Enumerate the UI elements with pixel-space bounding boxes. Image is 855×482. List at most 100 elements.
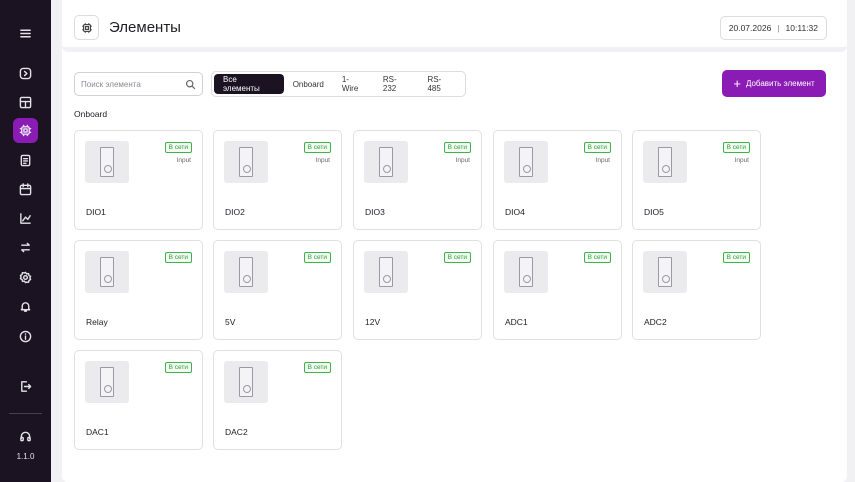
add-element-label: Добавить элемент [745,79,815,88]
device-icon [239,147,253,177]
tab-onboard[interactable]: Onboard [284,74,333,94]
device-icon [100,257,114,287]
calendar-icon[interactable] [13,177,38,202]
device-image [504,251,548,293]
element-mode: Input [176,157,191,164]
logout-icon[interactable] [13,374,38,399]
element-card[interactable]: В сети Input DIO5 [632,130,761,230]
status-badge: В сети [164,362,192,373]
element-card[interactable]: В сети Input DIO4 [493,130,622,230]
element-mode: Input [734,157,749,164]
device-image [364,251,408,293]
search-box[interactable] [74,72,203,96]
add-element-button[interactable]: + Добавить элемент [722,70,826,97]
datetime-display: 20.07.2026 | 10:11:32 [719,16,827,40]
status-badge: В сети [583,252,611,263]
device-image [224,251,268,293]
element-card[interactable]: В сети Input DIO3 [353,130,482,230]
element-card[interactable]: В сети ADC2 [632,240,761,340]
device-icon [658,147,672,177]
info-icon[interactable] [13,324,38,349]
status-badge: В сети [303,252,331,263]
plus-icon: + [733,76,741,91]
device-icon [519,147,533,177]
device-icon [519,257,533,287]
element-name: DIO4 [505,207,525,217]
page-header: Элементы 20.07.2026 | 10:11:32 [62,0,847,52]
filter-tabs: Все элементы Onboard 1-Wire RS-232 RS-48… [211,71,466,97]
element-name: DIO3 [365,207,385,217]
status-badge: В сети [303,362,331,373]
status-badge: В сети [164,252,192,263]
status-badge: В сети [583,142,611,153]
element-card[interactable]: В сети 5V [213,240,342,340]
device-image [85,141,129,183]
element-mode: Input [455,157,470,164]
element-name: DAC2 [225,427,248,437]
element-name: Relay [86,317,108,327]
device-image [504,141,548,183]
element-card[interactable]: В сети Input DIO2 [213,130,342,230]
element-name: DAC1 [86,427,109,437]
menu-icon[interactable] [13,21,38,46]
search-icon[interactable] [185,79,196,90]
device-icon [379,147,393,177]
device-image [224,361,268,403]
section-label-onboard: Onboard [74,109,108,119]
element-name: DIO5 [644,207,664,217]
tab-1-wire[interactable]: 1-Wire [333,74,374,94]
device-image [224,141,268,183]
device-icon [100,147,114,177]
status-badge: В сети [722,252,750,263]
device-icon [379,257,393,287]
device-icon [658,257,672,287]
chip-icon [74,15,99,40]
tab-rs-232[interactable]: RS-232 [374,74,419,94]
sidebar-divider [9,413,42,414]
elements-icon[interactable] [13,118,38,143]
status-badge: В сети [443,252,471,263]
date-text: 20.07.2026 [728,23,772,33]
time-text: 10:11:32 [785,23,818,33]
chart-icon[interactable] [13,206,38,231]
device-image [85,361,129,403]
dashboard-icon[interactable] [13,90,38,115]
element-card[interactable]: В сети DAC2 [213,350,342,450]
sidebar: 1.1.0 [0,0,51,482]
status-badge: В сети [164,142,192,153]
status-badge: В сети [443,142,471,153]
search-input[interactable] [81,79,181,89]
element-name: 12V [365,317,381,327]
device-image [85,251,129,293]
element-card[interactable]: В сети Input DIO1 [74,130,203,230]
tab-rs-485[interactable]: RS-485 [418,74,463,94]
tab-all-elements[interactable]: Все элементы [214,74,284,94]
element-mode: Input [595,157,610,164]
settings-icon[interactable] [13,265,38,290]
document-icon[interactable] [13,148,38,173]
play-circle-icon[interactable] [13,61,38,86]
bell-icon[interactable] [13,294,38,319]
element-card[interactable]: В сети Relay [74,240,203,340]
device-image [643,141,687,183]
status-badge: В сети [303,142,331,153]
page-title: Элементы [109,19,181,36]
element-name: ADC2 [644,317,667,327]
status-badge: В сети [722,142,750,153]
device-icon [100,367,114,397]
headset-icon[interactable] [13,424,38,449]
element-name: 5V [225,317,236,327]
element-card[interactable]: В сети 12V [353,240,482,340]
element-name: DIO2 [225,207,245,217]
app-version: 1.1.0 [16,452,35,461]
element-card[interactable]: В сети ADC1 [493,240,622,340]
element-name: DIO1 [86,207,106,217]
sync-icon[interactable] [13,235,38,260]
device-image [643,251,687,293]
device-image [364,141,408,183]
element-name: ADC1 [505,317,528,327]
device-icon [239,257,253,287]
datetime-separator: | [777,23,780,33]
element-card[interactable]: В сети DAC1 [74,350,203,450]
element-mode: Input [315,157,330,164]
